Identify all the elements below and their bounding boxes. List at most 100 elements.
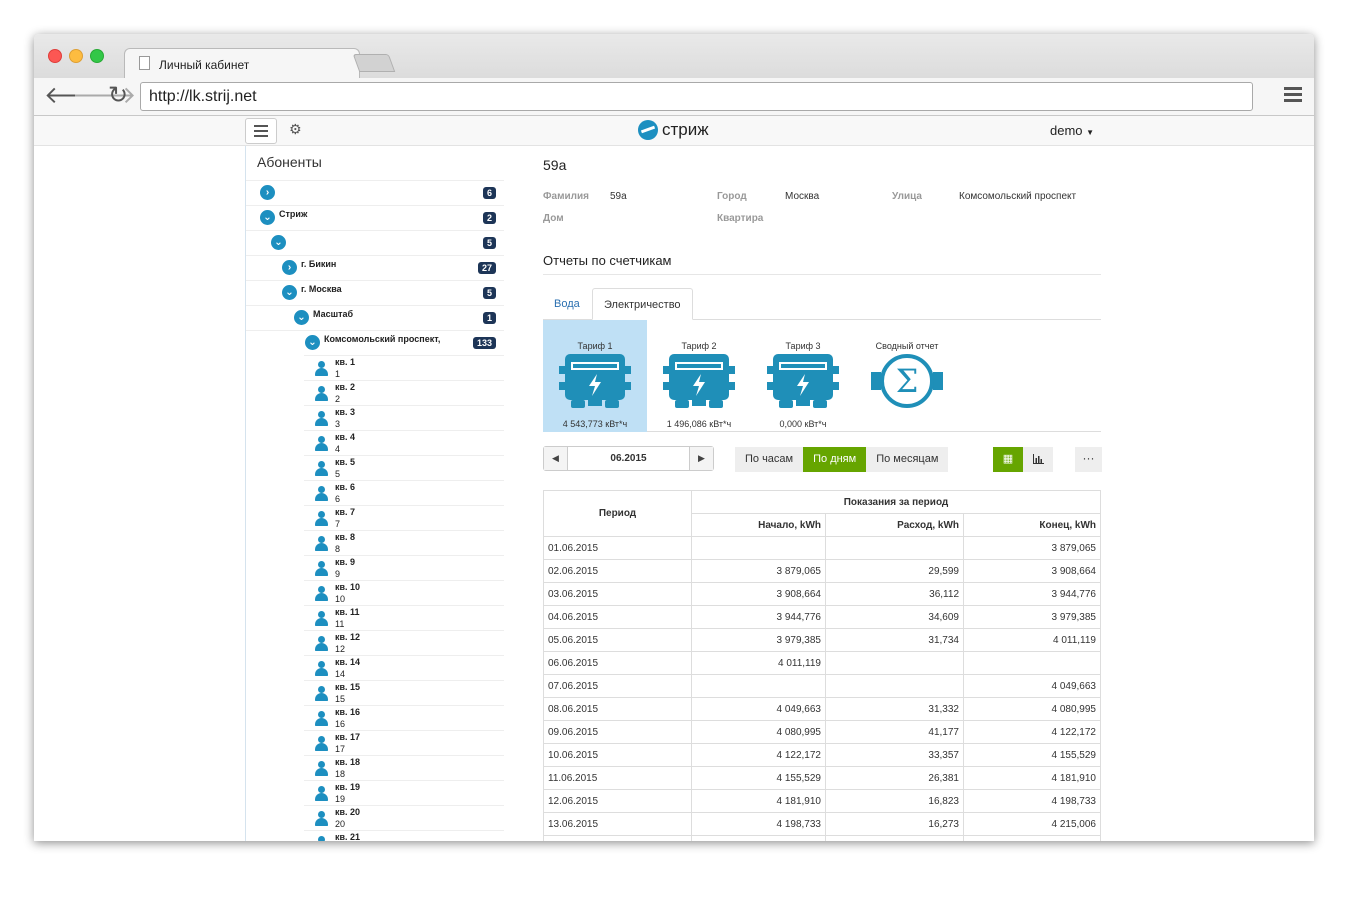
apartment-item[interactable]: кв. 12 12	[304, 630, 504, 655]
apartment-item[interactable]: кв. 4 4	[304, 430, 504, 455]
apartment-item[interactable]: кв. 8 8	[304, 530, 504, 555]
tab-electricity[interactable]: Электричество	[592, 288, 693, 320]
apartment-item[interactable]: кв. 10 10	[304, 580, 504, 605]
chevron-right-icon[interactable]: ›	[260, 185, 275, 200]
end-cell: 3 944,776	[963, 582, 1101, 606]
tariff-tile[interactable]: Тариф 1 4 543,773 кВт*ч	[543, 320, 647, 432]
browser-menu-icon[interactable]	[1284, 87, 1302, 105]
gear-icon[interactable]: ⚙	[289, 121, 302, 138]
table-view-icon[interactable]: ▦	[993, 447, 1023, 472]
apartment-item[interactable]: кв. 16 16	[304, 705, 504, 730]
sidebar-title: Абоненты	[257, 154, 322, 170]
chevron-down-icon[interactable]: ⌄	[271, 235, 286, 250]
apartment-item[interactable]: кв. 21	[304, 830, 504, 841]
month-value[interactable]: 06.2015	[568, 447, 689, 470]
end-cell: 4 155,529	[963, 743, 1101, 767]
new-tab-button[interactable]	[352, 54, 396, 72]
usage-cell: 41,177	[825, 720, 964, 744]
usage-cell: 16,273	[825, 812, 964, 836]
apartment-item[interactable]: кв. 18 18	[304, 755, 504, 780]
apartment-list: кв. 1 1 кв. 2 2 кв. 3 3 кв. 4 4 кв. 5 5 кв. 6 6 кв. …	[246, 355, 515, 841]
period-cell: 06.06.2015	[543, 651, 692, 675]
tree-node[interactable]: ⌄ Масштаб 1	[246, 305, 504, 330]
electric-meter-icon	[559, 352, 631, 410]
chart-view-icon[interactable]	[1023, 447, 1053, 472]
apartment-item[interactable]: кв. 15 15	[304, 680, 504, 705]
chevron-down-icon[interactable]: ⌄	[294, 310, 309, 325]
tariff-label: Тариф 2	[681, 341, 717, 351]
subscribers-sidebar: Абоненты › 6 ⌄ Стриж 2 ⌄ 5 › г. Бикин 27 ⌄ г. Москв…	[245, 146, 515, 841]
period-cell: 07.06.2015	[543, 674, 692, 698]
by-days-button[interactable]: По дням	[803, 447, 867, 472]
apartment-item[interactable]: кв. 2 2	[304, 380, 504, 405]
tree-node[interactable]: ⌄ Стриж 2	[246, 205, 504, 230]
city-value: Москва	[785, 191, 820, 202]
browser-tab[interactable]: Личный кабинет	[124, 48, 360, 78]
usage-cell	[825, 651, 964, 675]
tariff-tile[interactable]: Тариф 3 0,000 кВт*ч	[751, 320, 855, 432]
user-icon	[314, 761, 328, 777]
apartment-item[interactable]: кв. 6 6	[304, 480, 504, 505]
svg-text:Σ: Σ	[896, 362, 919, 400]
usage-cell: 29,599	[825, 559, 964, 583]
tree-node[interactable]: ⌄ 5	[246, 230, 504, 255]
apartment-item[interactable]: кв. 11 11	[304, 605, 504, 630]
apartment-item[interactable]: кв. 17 17	[304, 730, 504, 755]
usage-cell: 33,357	[825, 743, 964, 767]
apartment-item[interactable]: кв. 9 9	[304, 555, 504, 580]
apartment-number: 11	[335, 619, 345, 629]
chevron-right-icon[interactable]: ›	[282, 260, 297, 275]
by-months-button[interactable]: По месяцам	[866, 447, 949, 472]
table-row: 02.06.2015 3 879,065 29,599 3 908,664	[543, 559, 1101, 583]
apartment-item[interactable]: кв. 14 14	[304, 655, 504, 680]
browser-tabstrip: Личный кабинет	[34, 34, 1314, 78]
apartment-item[interactable]: кв. 7 7	[304, 505, 504, 530]
column-header-end: Конец, kWh	[963, 513, 1101, 537]
chevron-down-icon[interactable]: ⌄	[260, 210, 275, 225]
tree-node[interactable]: ⌄ г. Москва 5	[246, 280, 504, 305]
chevron-down-icon[interactable]: ⌄	[282, 285, 297, 300]
next-month-button[interactable]: ▶	[689, 447, 713, 470]
apartment-name: кв. 8	[335, 532, 356, 542]
brand[interactable]: стриж	[638, 120, 709, 140]
apartment-item[interactable]: кв. 5 5	[304, 455, 504, 480]
prev-month-button[interactable]: ◀	[544, 447, 568, 470]
user-icon	[314, 736, 328, 752]
apartment-item[interactable]: кв. 20 20	[304, 805, 504, 830]
maximize-window-button[interactable]	[90, 49, 104, 63]
close-window-button[interactable]	[48, 49, 62, 63]
apartment-item[interactable]: кв. 19 19	[304, 780, 504, 805]
sidebar-toggle-button[interactable]	[245, 118, 277, 144]
apartment-name: кв. 3	[335, 407, 356, 417]
start-cell: 4 155,529	[691, 766, 826, 790]
reload-icon[interactable]: ↻	[108, 84, 128, 108]
tab-water[interactable]: Вода	[543, 288, 591, 320]
tariff-tile[interactable]: Сводный отчет Σ	[855, 320, 959, 432]
tree-node[interactable]: › 6	[246, 180, 504, 205]
address-bar[interactable]: http://lk.strij.net	[140, 82, 1253, 111]
tariff-tile[interactable]: Тариф 2 1 496,086 кВт*ч	[647, 320, 751, 432]
end-cell: 4 122,172	[963, 720, 1101, 744]
table-row: 05.06.2015 3 979,385 31,734 4 011,119	[543, 628, 1101, 652]
tree-node[interactable]: ⌄ Комсомольский проспект, 133	[246, 330, 504, 355]
street-label: Улица	[892, 191, 922, 202]
apartment-item[interactable]: кв. 3 3	[304, 405, 504, 430]
end-cell: 4 215,006	[963, 812, 1101, 836]
count-badge: 1	[482, 312, 496, 324]
apartment-name: кв. 17	[335, 732, 361, 742]
tree-node-label: Стриж	[279, 209, 308, 219]
more-options-button[interactable]: ···	[1075, 447, 1102, 472]
apartment-name: кв. 5	[335, 457, 356, 467]
apartment-item[interactable]: кв. 1 1	[304, 355, 504, 380]
apartment-name: кв. 14	[335, 657, 361, 667]
start-cell: 4 181,910	[691, 789, 826, 813]
by-hours-button[interactable]: По часам	[735, 447, 804, 472]
apartment-name: кв. 16	[335, 707, 361, 717]
chevron-down-icon[interactable]: ⌄	[305, 335, 320, 350]
minimize-window-button[interactable]	[69, 49, 83, 63]
tree-node[interactable]: › г. Бикин 27	[246, 255, 504, 280]
user-menu[interactable]: demo ▼	[1050, 123, 1094, 138]
apartment-name: кв. 18	[335, 757, 361, 767]
table-row: 08.06.2015 4 049,663 31,332 4 080,995	[543, 697, 1101, 721]
swift-logo-icon	[638, 120, 658, 140]
